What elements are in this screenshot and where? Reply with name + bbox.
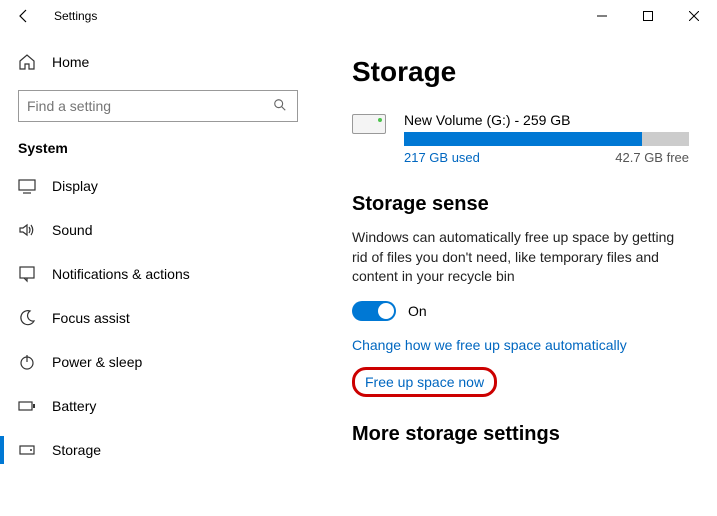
maximize-icon bbox=[643, 11, 653, 21]
maximize-button[interactable] bbox=[625, 0, 671, 32]
storage-progress bbox=[404, 132, 689, 146]
back-button[interactable] bbox=[0, 0, 48, 32]
moon-icon bbox=[18, 309, 36, 327]
sidebar-item-notifications[interactable]: Notifications & actions bbox=[0, 252, 316, 296]
sidebar-item-storage[interactable]: Storage bbox=[0, 428, 316, 472]
sidebar-item-display[interactable]: Display bbox=[0, 164, 316, 208]
volume-name: New Volume (G:) - 259 GB bbox=[404, 112, 689, 128]
free-up-now-highlight: Free up space now bbox=[352, 367, 497, 397]
minimize-button[interactable] bbox=[579, 0, 625, 32]
storage-icon bbox=[18, 441, 36, 459]
storage-sense-description: Windows can automatically free up space … bbox=[352, 228, 689, 287]
arrow-left-icon bbox=[16, 8, 32, 24]
sidebar-item-label: Sound bbox=[52, 222, 92, 238]
search-icon bbox=[273, 98, 289, 114]
sidebar-category: System bbox=[18, 140, 298, 156]
display-icon bbox=[18, 177, 36, 195]
change-free-up-link[interactable]: Change how we free up space automaticall… bbox=[352, 337, 627, 353]
sidebar-item-label: Focus assist bbox=[52, 310, 130, 326]
storage-progress-fill bbox=[404, 132, 642, 146]
minimize-icon bbox=[597, 11, 607, 21]
search-box[interactable] bbox=[18, 90, 298, 122]
sidebar-item-battery[interactable]: Battery bbox=[0, 384, 316, 428]
volume-row[interactable]: New Volume (G:) - 259 GB 217 GB used 42.… bbox=[352, 112, 689, 165]
power-icon bbox=[18, 353, 36, 371]
sidebar-item-focus-assist[interactable]: Focus assist bbox=[0, 296, 316, 340]
free-up-now-link[interactable]: Free up space now bbox=[365, 374, 484, 390]
sidebar-item-sound[interactable]: Sound bbox=[0, 208, 316, 252]
sidebar-item-label: Power & sleep bbox=[52, 354, 142, 370]
storage-used-link[interactable]: 217 GB used bbox=[404, 150, 480, 165]
storage-free-label: 42.7 GB free bbox=[615, 150, 689, 165]
page-title: Storage bbox=[352, 56, 689, 88]
battery-icon bbox=[18, 397, 36, 415]
sidebar-item-label: Storage bbox=[52, 442, 101, 458]
storage-sense-toggle-label: On bbox=[408, 303, 427, 319]
home-icon bbox=[18, 53, 36, 71]
more-storage-settings-title: More storage settings bbox=[352, 423, 689, 446]
close-icon bbox=[689, 11, 699, 21]
storage-sense-toggle[interactable] bbox=[352, 301, 396, 321]
search-input[interactable] bbox=[27, 98, 273, 114]
notifications-icon bbox=[18, 265, 36, 283]
home-label: Home bbox=[52, 54, 89, 70]
sidebar-item-label: Battery bbox=[52, 398, 96, 414]
sidebar-item-power-sleep[interactable]: Power & sleep bbox=[0, 340, 316, 384]
close-button[interactable] bbox=[671, 0, 717, 32]
drive-icon bbox=[352, 114, 386, 134]
sidebar-item-label: Display bbox=[52, 178, 98, 194]
window-title: Settings bbox=[48, 9, 579, 23]
sound-icon bbox=[18, 221, 36, 239]
storage-sense-title: Storage sense bbox=[352, 193, 689, 216]
sidebar-item-home[interactable]: Home bbox=[18, 42, 298, 82]
sidebar-item-label: Notifications & actions bbox=[52, 266, 190, 282]
